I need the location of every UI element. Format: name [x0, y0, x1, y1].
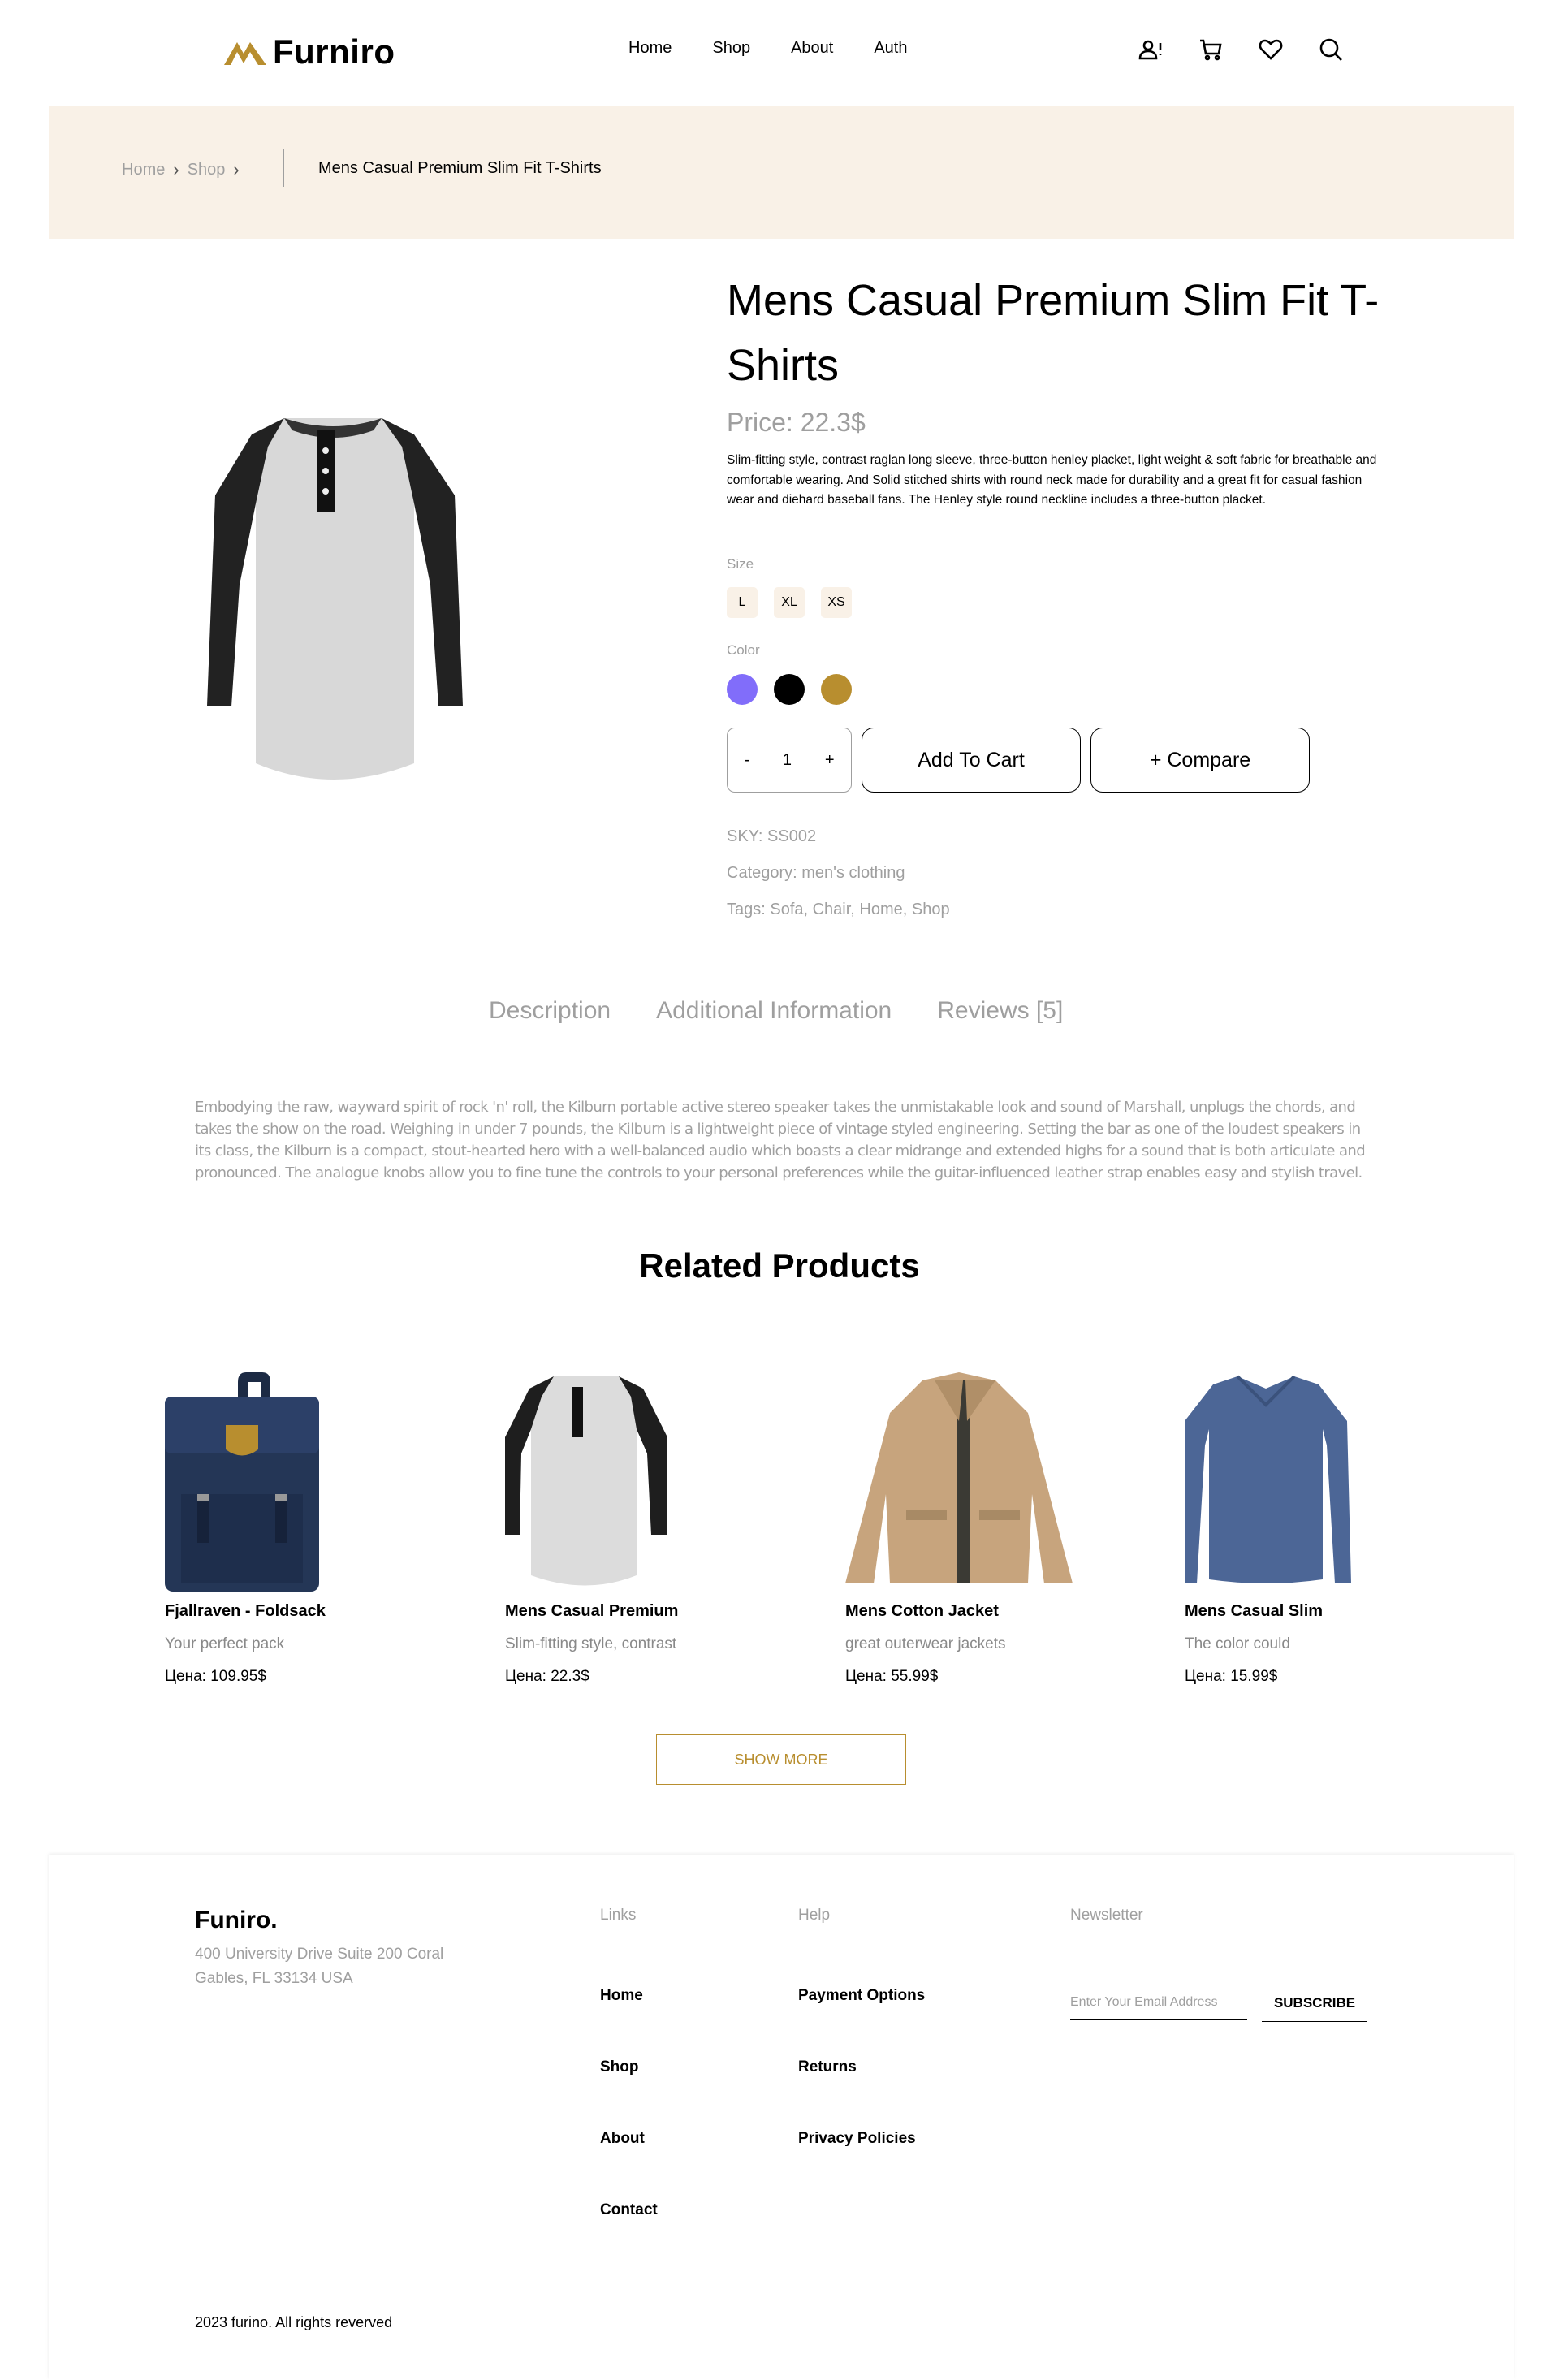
footer-link-returns[interactable]: Returns — [798, 2058, 857, 2076]
search-icon[interactable] — [1317, 36, 1345, 63]
color-options — [727, 674, 852, 705]
site-header: Furniro Home Shop About Auth — [49, 0, 1514, 106]
product-card-image — [845, 1372, 1073, 1583]
footer-link-shop[interactable]: Shop — [600, 2058, 639, 2076]
size-option-xl[interactable]: XL — [774, 587, 805, 618]
product-card-image — [165, 1372, 319, 1592]
related-products-title: Related Products — [639, 1246, 920, 1285]
footer-links-heading: Links — [600, 1907, 637, 1924]
logo-text: Furniro — [273, 32, 395, 71]
header-icons — [1137, 36, 1345, 63]
breadcrumb-home[interactable]: Home — [122, 161, 165, 179]
tab-reviews[interactable]: Reviews [5] — [937, 997, 1063, 1025]
product-card-image — [1181, 1375, 1351, 1583]
quantity-value[interactable]: 1 — [775, 748, 800, 773]
account-alert-icon[interactable] — [1137, 36, 1164, 63]
site-footer: Funiro. 400 University Drive Suite 200 C… — [49, 1855, 1514, 2380]
heart-icon[interactable] — [1257, 36, 1285, 63]
nav-about[interactable]: About — [791, 39, 833, 58]
footer-help-heading: Help — [798, 1907, 831, 1924]
size-option-l[interactable]: L — [727, 587, 758, 618]
color-label: Color — [727, 642, 760, 658]
product-category: Category: men's clothing — [727, 864, 905, 882]
product-card-price: Цена: 15.99$ — [1185, 1668, 1278, 1685]
breadcrumb-shop[interactable]: Shop — [188, 161, 226, 179]
product-tags: Tags: Sofa, Chair, Home, Shop — [727, 901, 950, 918]
product-card-price: Цена: 109.95$ — [165, 1668, 266, 1685]
breadcrumb: Home › Shop › — [122, 159, 240, 180]
color-swatch-black[interactable] — [774, 674, 805, 705]
product-image — [207, 418, 463, 780]
product-card-name: Mens Casual Slim — [1185, 1602, 1324, 1620]
compare-button[interactable]: + Compare — [1090, 728, 1310, 793]
cart-icon[interactable] — [1197, 36, 1224, 63]
subscribe-button[interactable]: SUBSCRIBE — [1262, 1995, 1367, 2022]
product-card-name: Mens Cotton Jacket — [845, 1602, 999, 1620]
footer-link-payment-options[interactable]: Payment Options — [798, 1987, 925, 2005]
nav-home[interactable]: Home — [628, 39, 672, 58]
add-to-cart-button[interactable]: Add To Cart — [862, 728, 1081, 793]
product-card[interactable]: Mens Casual Slim The color could Цена: 1… — [1181, 1372, 1461, 1685]
nav-auth[interactable]: Auth — [874, 39, 907, 58]
footer-address: 400 University Drive Suite 200 Coral Gab… — [195, 1946, 444, 1987]
breadcrumb-bar: Home › Shop › Mens Casual Premium Slim F… — [49, 106, 1514, 239]
quantity-stepper: - 1 + — [727, 728, 852, 793]
product-description: Slim-fitting style, contrast raglan long… — [727, 453, 1377, 507]
size-label: Size — [727, 556, 754, 572]
logo-mark-icon — [224, 42, 266, 65]
footer-copyright: 2023 furino. All rights reverved — [195, 2314, 393, 2330]
product-tabs: Description Additional Information Revie… — [489, 997, 1063, 1025]
product-card[interactable]: Fjallraven - Foldsack Your perfect pack … — [165, 1372, 441, 1685]
chevron-right-icon: › — [233, 159, 240, 179]
nav-shop[interactable]: Shop — [712, 39, 750, 58]
show-more-button[interactable]: SHOW MORE — [656, 1734, 906, 1785]
product-title: Mens Casual Premium Slim Fit T-Shirts — [727, 276, 1380, 390]
footer-link-privacy-policies[interactable]: Privacy Policies — [798, 2130, 916, 2148]
footer-newsletter-heading: Newsletter — [1070, 1907, 1143, 1924]
product-card-subtitle: Slim-fitting style, contrast — [505, 1635, 677, 1652]
color-swatch-purple[interactable] — [727, 674, 758, 705]
size-option-xs[interactable]: XS — [821, 587, 852, 618]
size-options: L XL XS — [727, 587, 852, 618]
footer-link-about[interactable]: About — [600, 2130, 645, 2148]
chevron-right-icon: › — [173, 159, 179, 179]
product-card-subtitle: great outerwear jackets — [845, 1635, 1006, 1652]
product-card-price: Цена: 55.99$ — [845, 1668, 939, 1685]
quantity-increase-button[interactable]: + — [817, 748, 843, 773]
color-swatch-gold[interactable] — [821, 674, 852, 705]
logo[interactable]: Furniro — [222, 31, 395, 73]
breadcrumb-divider — [283, 149, 284, 187]
product-card[interactable]: Mens Cotton Jacket great outerwear jacke… — [845, 1372, 1121, 1685]
tab-description[interactable]: Description — [489, 997, 611, 1025]
footer-link-home[interactable]: Home — [600, 1987, 643, 2005]
breadcrumb-current: Mens Casual Premium Slim Fit T-Shirts — [318, 159, 602, 177]
product-card-price: Цена: 22.3$ — [505, 1668, 589, 1685]
product-card-image — [505, 1376, 667, 1586]
footer-link-contact[interactable]: Contact — [600, 2201, 658, 2219]
product-card[interactable]: Mens Casual Premium Slim-fitting style, … — [505, 1372, 781, 1685]
newsletter-email-input[interactable]: Enter Your Email Address — [1070, 1995, 1247, 2020]
product-card-name: Fjallraven - Foldsack — [165, 1602, 326, 1620]
product-card-name: Mens Casual Premium — [505, 1602, 679, 1620]
product-card-subtitle: The color could — [1185, 1635, 1290, 1652]
quantity-decrease-button[interactable]: - — [736, 748, 758, 773]
product-card-subtitle: Your perfect pack — [165, 1635, 285, 1652]
footer-brand: Funiro. — [195, 1907, 278, 1933]
product-sku: SKY: SS002 — [727, 827, 817, 845]
main-nav: Home Shop About Auth — [628, 39, 908, 58]
tab-content-description: Embodying the raw, wayward spirit of roc… — [195, 1099, 1366, 1181]
product-price: Price: 22.3$ — [727, 408, 866, 437]
tab-additional-information[interactable]: Additional Information — [656, 997, 892, 1025]
